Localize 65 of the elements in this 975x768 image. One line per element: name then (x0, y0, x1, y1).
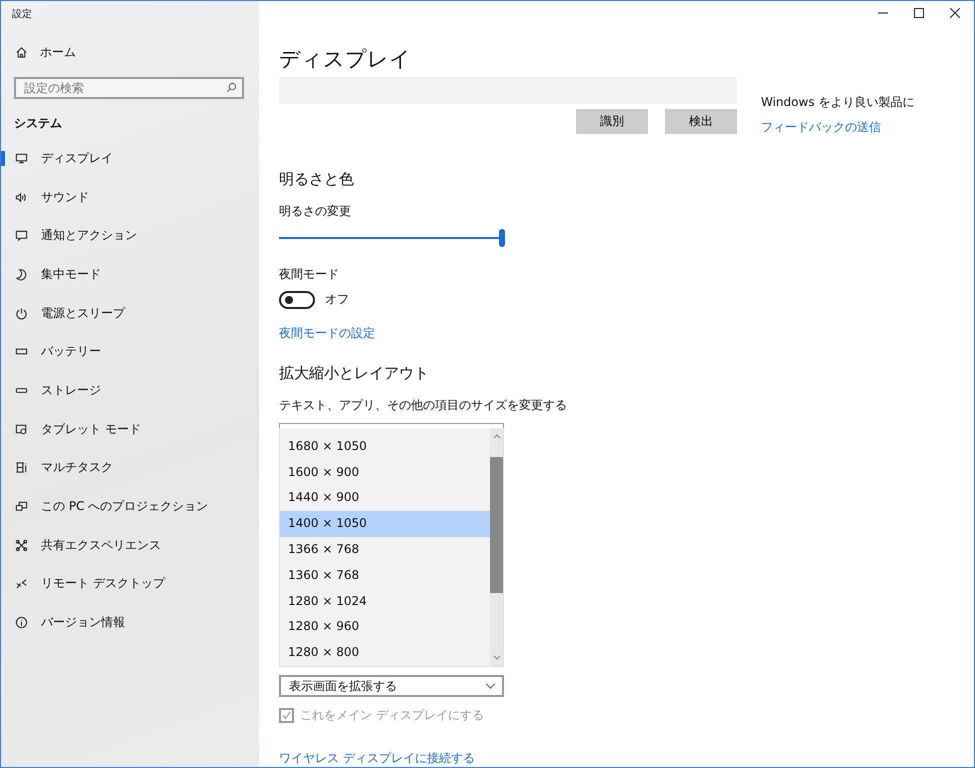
dropdown-option[interactable]: 1280 × 800 (280, 640, 490, 666)
info-icon (15, 616, 28, 630)
dropdown[interactable]: 表示画面を拡張する (279, 675, 504, 697)
toggle-switch[interactable] (279, 290, 315, 309)
action-button[interactable]: 識別 (576, 109, 648, 134)
brightness-slider[interactable] (279, 229, 505, 244)
checkmark-icon (281, 710, 292, 721)
scrollbar[interactable] (490, 428, 503, 666)
dropdown-label: テキスト、アプリ、その他の項目のサイズを変更する (279, 396, 567, 414)
toggle-label: 夜間モード (279, 266, 339, 283)
dropdown-option[interactable]: 1600 × 900 (280, 460, 490, 486)
section-heading: 拡大縮小とレイアウト (279, 364, 429, 383)
sidebar-item[interactable]: リモート デスクトップ (1, 564, 259, 604)
dropdown-option[interactable]: 1280 × 1024 (280, 588, 490, 614)
slider-thumb[interactable] (499, 229, 505, 247)
remote-icon (15, 577, 28, 590)
home-link[interactable]: ホーム (1, 39, 259, 65)
scroll-up-icon[interactable] (492, 434, 500, 439)
multitask-icon (15, 461, 28, 474)
sidebar-item[interactable]: バージョン情報 (1, 603, 259, 642)
search-icon (226, 82, 237, 93)
moon-icon (15, 268, 28, 281)
window-title: 設定 (11, 8, 33, 22)
dropdown-option[interactable]: 1360 × 768 (280, 562, 490, 589)
sidebar-item[interactable]: サウンド (1, 178, 259, 216)
section-heading: システム (14, 115, 63, 132)
checkbox-label: これをメイン ディスプレイにする (300, 707, 484, 724)
sidebar-item[interactable]: 通知とアクション (1, 216, 259, 256)
tablet-icon (15, 422, 28, 436)
wireless-display-link[interactable]: ワイヤレス ディスプレイに接続する (279, 750, 475, 767)
sidebar-item[interactable]: タブレット モード (1, 410, 259, 448)
dropdown-option[interactable]: 1366 × 768 (280, 537, 490, 563)
projection-icon (15, 500, 28, 514)
sidebar-item[interactable]: マルチタスク (1, 448, 259, 488)
slider-label: 明るさの変更 (279, 203, 351, 220)
sidebar-item[interactable]: ディスプレイ (1, 139, 259, 178)
sidebar-item[interactable]: ストレージ (1, 371, 259, 410)
dropdown-option[interactable]: 1280 × 960 (280, 614, 490, 640)
share-icon (15, 538, 28, 552)
toggle-state: オフ (325, 291, 349, 308)
feedback-link[interactable]: フィードバックの送信 (761, 119, 914, 136)
sidebar-item[interactable]: バッテリー (1, 332, 259, 372)
feedback-text: Windows をより良い製品に (761, 94, 914, 111)
sidebar-item[interactable]: 電源とスリープ (1, 294, 259, 332)
power-icon (15, 306, 28, 320)
sidebar-item[interactable]: 集中モード (1, 255, 259, 294)
speaker-icon (15, 190, 28, 204)
maximize-icon[interactable] (914, 8, 924, 18)
close-icon[interactable] (950, 8, 960, 18)
sidebar-item[interactable]: この PC へのプロジェクション (1, 487, 259, 526)
page-title: ディスプレイ (279, 46, 412, 73)
scroll-thumb[interactable] (490, 456, 503, 593)
scroll-down-icon[interactable] (492, 655, 500, 660)
speech-bubble-icon (15, 229, 28, 242)
monitor-icon (15, 152, 28, 165)
dropdown-option[interactable]: 1440 × 900 (280, 485, 490, 512)
night-light-settings-link[interactable]: 夜間モードの設定 (279, 324, 375, 342)
section-heading: 明るさと色 (279, 170, 354, 189)
action-button[interactable]: 検出 (665, 109, 737, 134)
dropdown-option[interactable]: 1680 × 1050 (280, 434, 490, 460)
dropdown-option[interactable]: 1400 × 1050 (280, 511, 490, 538)
home-icon (15, 46, 28, 58)
search-field[interactable]: 設定の検索 (14, 77, 244, 99)
sidebar-item[interactable]: 共有エクスペリエンス (1, 526, 259, 565)
chevron-down-icon (485, 683, 496, 689)
